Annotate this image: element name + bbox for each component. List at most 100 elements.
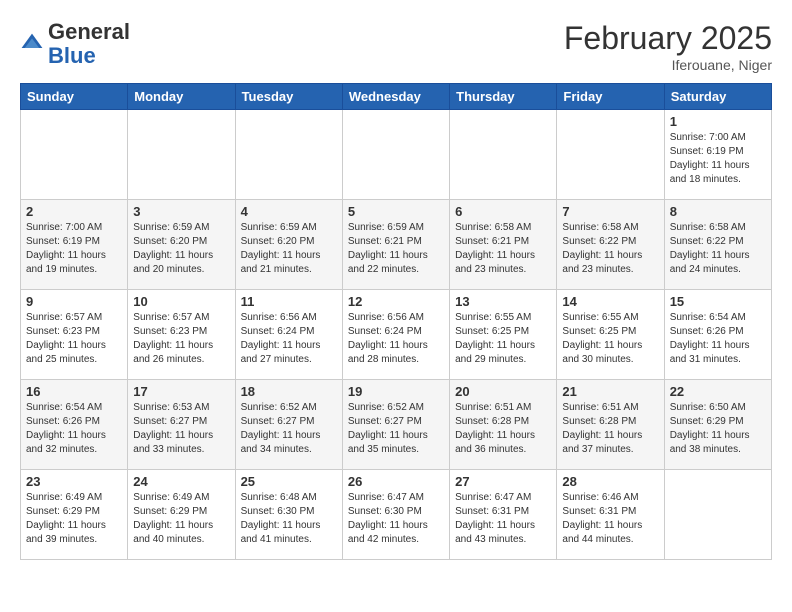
day-info: Sunrise: 6:52 AM Sunset: 6:27 PM Dayligh… xyxy=(241,401,337,457)
calendar-week-3: 9 Sunrise: 6:57 AM Sunset: 6:23 PM Daylig… xyxy=(21,290,772,380)
day-info: Sunrise: 6:57 AM Sunset: 6:23 PM Dayligh… xyxy=(26,311,122,367)
day-info: Sunrise: 6:49 AM Sunset: 6:29 PM Dayligh… xyxy=(26,491,122,547)
table-row xyxy=(21,110,128,200)
day-number: 28 xyxy=(562,474,658,489)
day-info: Sunrise: 6:58 AM Sunset: 6:22 PM Dayligh… xyxy=(562,221,658,277)
table-row: 7 Sunrise: 6:58 AM Sunset: 6:22 PM Daylig… xyxy=(557,200,664,290)
day-info: Sunrise: 6:59 AM Sunset: 6:20 PM Dayligh… xyxy=(133,221,229,277)
table-row: 18 Sunrise: 6:52 AM Sunset: 6:27 PM Dayli… xyxy=(235,380,342,470)
day-number: 22 xyxy=(670,384,766,399)
calendar-week-4: 16 Sunrise: 6:54 AM Sunset: 6:26 PM Dayli… xyxy=(21,380,772,470)
day-number: 18 xyxy=(241,384,337,399)
table-row: 26 Sunrise: 6:47 AM Sunset: 6:30 PM Dayli… xyxy=(342,470,449,560)
table-row: 24Sunrise: 6:49 AM Sunset: 6:29 PM Dayli… xyxy=(128,470,235,560)
day-info: Sunrise: 7:00 AM Sunset: 6:19 PM Dayligh… xyxy=(670,131,766,187)
calendar-week-1: 1 Sunrise: 7:00 AM Sunset: 6:19 PM Daylig… xyxy=(21,110,772,200)
day-number: 10 xyxy=(133,294,229,309)
calendar-week-5: 23 Sunrise: 6:49 AM Sunset: 6:29 PM Dayli… xyxy=(21,470,772,560)
day-number: 11 xyxy=(241,294,337,309)
day-info: Sunrise: 6:52 AM Sunset: 6:27 PM Dayligh… xyxy=(348,401,444,457)
day-info: Sunrise: 6:53 AM Sunset: 6:27 PM Dayligh… xyxy=(133,401,229,457)
day-info: Sunrise: 6:59 AM Sunset: 6:20 PM Dayligh… xyxy=(241,221,337,277)
day-info: Sunrise: 6:51 AM Sunset: 6:28 PM Dayligh… xyxy=(562,401,658,457)
col-wednesday: Wednesday xyxy=(342,84,449,110)
col-friday: Friday xyxy=(557,84,664,110)
day-number: 26 xyxy=(348,474,444,489)
table-row: 23 Sunrise: 6:49 AM Sunset: 6:29 PM Dayli… xyxy=(21,470,128,560)
day-info: Sunrise: 6:56 AM Sunset: 6:24 PM Dayligh… xyxy=(241,311,337,367)
table-row xyxy=(128,110,235,200)
day-number: 5 xyxy=(348,204,444,219)
table-row: 17Sunrise: 6:53 AM Sunset: 6:27 PM Dayli… xyxy=(128,380,235,470)
table-row: 5 Sunrise: 6:59 AM Sunset: 6:21 PM Daylig… xyxy=(342,200,449,290)
table-row: 10 Sunrise: 6:57 AM Sunset: 6:23 PM Dayli… xyxy=(128,290,235,380)
table-row: 8Sunrise: 6:58 AM Sunset: 6:22 PM Daylig… xyxy=(664,200,771,290)
table-row xyxy=(557,110,664,200)
day-info: Sunrise: 6:47 AM Sunset: 6:30 PM Dayligh… xyxy=(348,491,444,547)
day-info: Sunrise: 6:57 AM Sunset: 6:23 PM Dayligh… xyxy=(133,311,229,367)
location: Iferouane, Niger xyxy=(564,57,772,73)
day-info: Sunrise: 6:58 AM Sunset: 6:21 PM Dayligh… xyxy=(455,221,551,277)
table-row: 14 Sunrise: 6:55 AM Sunset: 6:25 PM Dayli… xyxy=(557,290,664,380)
table-row xyxy=(342,110,449,200)
table-row: 3Sunrise: 6:59 AM Sunset: 6:20 PM Daylig… xyxy=(128,200,235,290)
table-row: 19 Sunrise: 6:52 AM Sunset: 6:27 PM Dayli… xyxy=(342,380,449,470)
day-number: 19 xyxy=(348,384,444,399)
day-number: 25 xyxy=(241,474,337,489)
table-row: 27Sunrise: 6:47 AM Sunset: 6:31 PM Dayli… xyxy=(450,470,557,560)
table-row: 21 Sunrise: 6:51 AM Sunset: 6:28 PM Dayli… xyxy=(557,380,664,470)
day-info: Sunrise: 6:54 AM Sunset: 6:26 PM Dayligh… xyxy=(26,401,122,457)
title-block: February 2025 Iferouane, Niger xyxy=(564,20,772,73)
table-row: 22 Sunrise: 6:50 AM Sunset: 6:29 PM Dayli… xyxy=(664,380,771,470)
table-row xyxy=(664,470,771,560)
logo-icon xyxy=(20,32,44,56)
col-monday: Monday xyxy=(128,84,235,110)
table-row: 12 Sunrise: 6:56 AM Sunset: 6:24 PM Dayli… xyxy=(342,290,449,380)
day-number: 2 xyxy=(26,204,122,219)
day-number: 1 xyxy=(670,114,766,129)
day-number: 4 xyxy=(241,204,337,219)
day-number: 6 xyxy=(455,204,551,219)
col-sunday: Sunday xyxy=(21,84,128,110)
day-number: 7 xyxy=(562,204,658,219)
day-info: Sunrise: 6:56 AM Sunset: 6:24 PM Dayligh… xyxy=(348,311,444,367)
col-tuesday: Tuesday xyxy=(235,84,342,110)
table-row: 20 Sunrise: 6:51 AM Sunset: 6:28 PM Dayli… xyxy=(450,380,557,470)
day-info: Sunrise: 6:50 AM Sunset: 6:29 PM Dayligh… xyxy=(670,401,766,457)
day-info: Sunrise: 6:59 AM Sunset: 6:21 PM Dayligh… xyxy=(348,221,444,277)
day-number: 12 xyxy=(348,294,444,309)
table-row: 15 Sunrise: 6:54 AM Sunset: 6:26 PM Dayli… xyxy=(664,290,771,380)
logo-general: General xyxy=(48,19,130,44)
day-number: 24 xyxy=(133,474,229,489)
logo-text: General Blue xyxy=(48,20,130,68)
day-number: 8 xyxy=(670,204,766,219)
table-row: 6 Sunrise: 6:58 AM Sunset: 6:21 PM Daylig… xyxy=(450,200,557,290)
day-number: 23 xyxy=(26,474,122,489)
table-row: 1 Sunrise: 7:00 AM Sunset: 6:19 PM Daylig… xyxy=(664,110,771,200)
col-thursday: Thursday xyxy=(450,84,557,110)
day-number: 14 xyxy=(562,294,658,309)
day-info: Sunrise: 6:48 AM Sunset: 6:30 PM Dayligh… xyxy=(241,491,337,547)
table-row xyxy=(235,110,342,200)
day-info: Sunrise: 7:00 AM Sunset: 6:19 PM Dayligh… xyxy=(26,221,122,277)
day-number: 16 xyxy=(26,384,122,399)
day-info: Sunrise: 6:54 AM Sunset: 6:26 PM Dayligh… xyxy=(670,311,766,367)
day-number: 21 xyxy=(562,384,658,399)
table-row: 2 Sunrise: 7:00 AM Sunset: 6:19 PM Daylig… xyxy=(21,200,128,290)
month-title: February 2025 xyxy=(564,20,772,57)
table-row: 16 Sunrise: 6:54 AM Sunset: 6:26 PM Dayli… xyxy=(21,380,128,470)
table-row: 9 Sunrise: 6:57 AM Sunset: 6:23 PM Daylig… xyxy=(21,290,128,380)
table-row: 25 Sunrise: 6:48 AM Sunset: 6:30 PM Dayli… xyxy=(235,470,342,560)
table-row: 13Sunrise: 6:55 AM Sunset: 6:25 PM Dayli… xyxy=(450,290,557,380)
day-number: 9 xyxy=(26,294,122,309)
table-row xyxy=(450,110,557,200)
day-info: Sunrise: 6:51 AM Sunset: 6:28 PM Dayligh… xyxy=(455,401,551,457)
calendar-week-2: 2 Sunrise: 7:00 AM Sunset: 6:19 PM Daylig… xyxy=(21,200,772,290)
table-row: 4 Sunrise: 6:59 AM Sunset: 6:20 PM Daylig… xyxy=(235,200,342,290)
day-info: Sunrise: 6:55 AM Sunset: 6:25 PM Dayligh… xyxy=(562,311,658,367)
calendar-table: Sunday Monday Tuesday Wednesday Thursday… xyxy=(20,83,772,560)
day-info: Sunrise: 6:46 AM Sunset: 6:31 PM Dayligh… xyxy=(562,491,658,547)
day-number: 15 xyxy=(670,294,766,309)
day-number: 20 xyxy=(455,384,551,399)
logo-blue: Blue xyxy=(48,43,96,68)
